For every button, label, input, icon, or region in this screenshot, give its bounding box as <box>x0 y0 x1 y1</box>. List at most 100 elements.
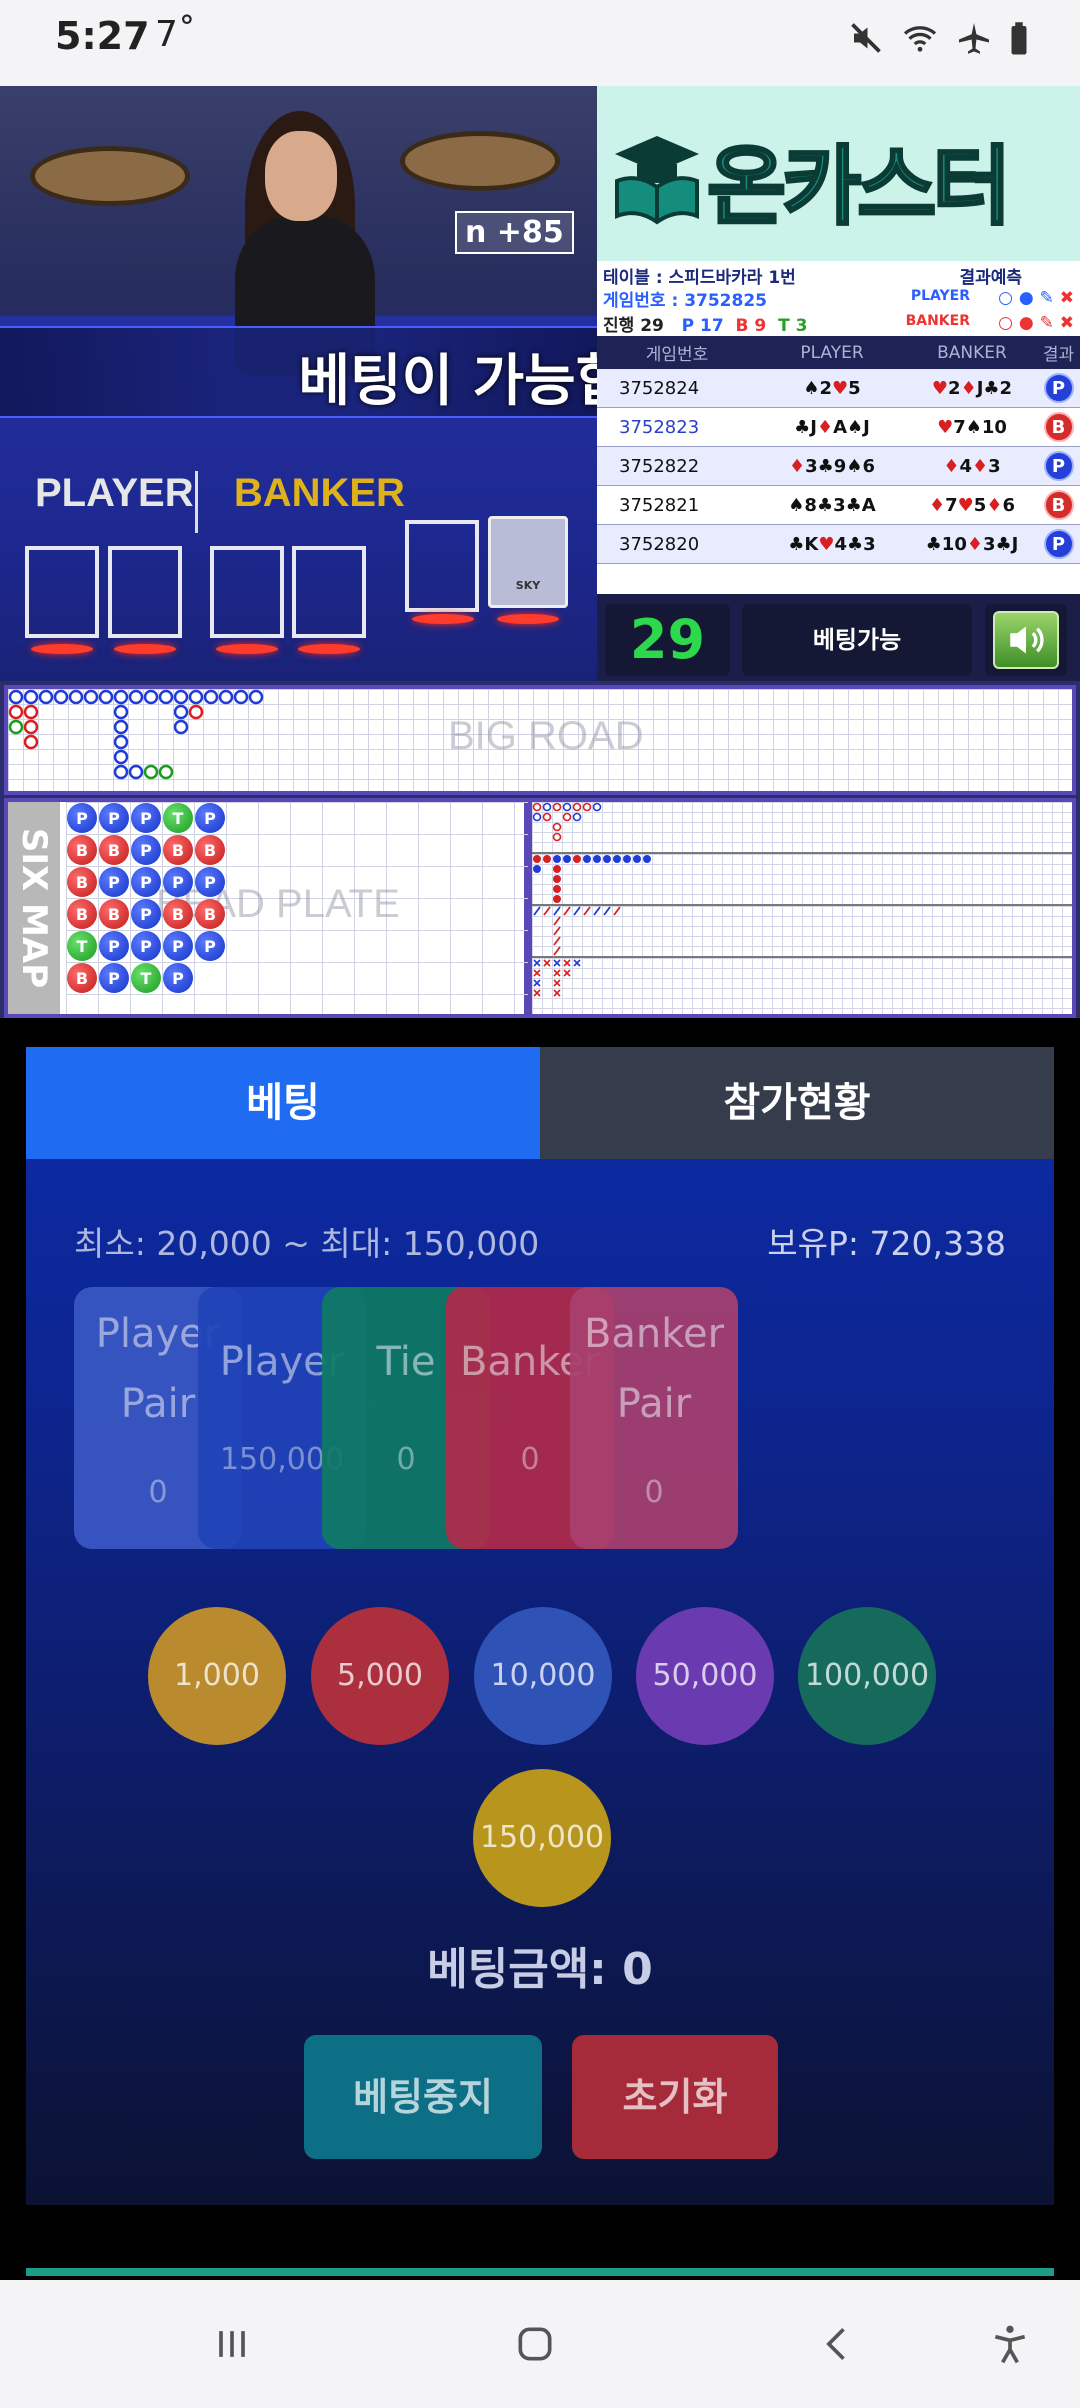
sound-toggle[interactable] <box>985 604 1067 676</box>
bead: T <box>67 931 97 961</box>
header-result: 결과 <box>1042 345 1075 365</box>
bead: B <box>67 963 97 993</box>
background-table <box>400 131 560 191</box>
tie-count: T 3 <box>778 316 808 336</box>
bead-plate-watermark: BEAD PLATE <box>156 882 400 926</box>
info-row-table: 테이블 : 스피드바카라 1번 결과예측 <box>597 261 1080 288</box>
status-icons <box>848 20 1030 56</box>
accessibility-button[interactable] <box>980 2314 1040 2374</box>
wifi-icon <box>903 26 937 52</box>
result-header: 게임번호 PLAYER BANKER 결과 <box>597 336 1080 369</box>
bead: T <box>131 963 161 993</box>
bead: B <box>195 899 225 929</box>
header-player: PLAYER <box>800 342 864 363</box>
bead: P <box>99 803 129 833</box>
dealer <box>235 111 375 376</box>
row-game-number: 3752823 <box>619 416 700 438</box>
bead: P <box>131 867 161 897</box>
row-player-cards: ♦3♣9♠6 <box>789 455 875 477</box>
label-divider <box>195 471 198 533</box>
cockroach-road <box>532 906 1072 958</box>
row-banker-cards: ♣10♦3♣J <box>925 533 1019 555</box>
banker-prediction-icons[interactable]: ○ ● ✎ ✖ <box>998 313 1074 333</box>
battery-icon <box>1011 22 1027 55</box>
six-map-title: SIX MAP <box>14 827 54 989</box>
bottom-accent-line <box>26 2268 1054 2276</box>
recent-apps-button[interactable] <box>202 2314 262 2374</box>
bead: P <box>163 963 193 993</box>
bead: T <box>163 803 193 833</box>
status-bar: 5:27 7˚ <box>0 0 1080 86</box>
bead: P <box>131 931 161 961</box>
chip-10000[interactable]: 10,000 <box>474 1607 612 1745</box>
prediction-label: 결과예측 <box>959 268 1022 288</box>
player-label: PLAYER <box>35 471 194 515</box>
bead: P <box>131 803 161 833</box>
status-time: 5:27 <box>55 14 150 58</box>
row-player-cards: ♣K♥4♣3 <box>788 533 876 555</box>
row-result: B <box>1037 412 1080 442</box>
bet-total: 베팅금액: 0 <box>427 1944 653 1995</box>
bead: P <box>131 899 161 929</box>
tab-participation[interactable]: 참가현황 <box>540 1047 1054 1159</box>
info-row-progress: 진행 29 P 17 B 9 T 3 BANKER ○ ● ✎ ✖ <box>597 311 1080 336</box>
player-card-slot <box>25 546 99 638</box>
row-banker-cards: ♦4♦3 <box>943 455 1001 477</box>
row-player-cards: ♠2♥5 <box>803 377 861 399</box>
row-player-cards: ♠8♣3♣A <box>788 494 876 516</box>
big-road: BIG ROAD <box>4 685 1076 795</box>
bead: B <box>67 899 97 929</box>
player-prediction-icons[interactable]: ○ ● ✎ ✖ <box>998 288 1074 308</box>
card-light <box>412 614 474 624</box>
cockroach-marks <box>533 906 621 956</box>
accessibility-icon <box>994 2325 1026 2364</box>
card-slot <box>405 520 479 612</box>
result-badge: P <box>1043 451 1074 481</box>
bead: B <box>67 867 97 897</box>
tab-betting[interactable]: 베팅 <box>26 1047 540 1159</box>
big-eye-road <box>532 802 1072 854</box>
header-banker: BANKER <box>937 342 1007 363</box>
chip-5000[interactable]: 5,000 <box>311 1607 449 1745</box>
card-light <box>31 644 93 654</box>
info-row-game: 게임번호 : 3752825 PLAYER ○ ● ✎ ✖ <box>597 286 1080 311</box>
row-game-number: 3752824 <box>619 377 700 399</box>
bet-option-amount: 0 <box>644 1475 664 1510</box>
home-icon <box>518 2327 552 2361</box>
table-name: 테이블 : 스피드바카라 1번 <box>603 268 796 288</box>
reset-button[interactable]: 초기화 <box>572 2035 778 2159</box>
bead: P <box>67 803 97 833</box>
chip-150000[interactable]: 150,000 <box>473 1769 611 1907</box>
game-area: n +85 PLAYER BANKER SKY 베팅이 가능합니다. 온카스터디 <box>0 86 1080 1018</box>
banker-card-slot <box>210 546 284 638</box>
chip-100000[interactable]: 100,000 <box>798 1607 936 1745</box>
home-button[interactable] <box>505 2314 565 2374</box>
banker-label: BANKER <box>233 471 405 515</box>
back-icon <box>826 2328 845 2360</box>
countdown: 29 <box>605 604 730 676</box>
bead: P <box>195 867 225 897</box>
bead: P <box>99 931 129 961</box>
tie-road-marks <box>533 959 581 997</box>
bead-plate: BEAD PLATE PBBBTBPBPBPPPPPPPTTBPBPPPBPBP <box>66 802 528 1014</box>
book-cap-icon <box>615 136 699 225</box>
control-row: 29 베팅가능 <box>597 594 1080 681</box>
back-button[interactable] <box>808 2314 868 2374</box>
row-banker-cards: ♦7♥5♦6 <box>928 494 1015 516</box>
card-shoe: SKY <box>488 516 568 608</box>
bet-option-banker-pair[interactable]: Banker Pair 0 <box>570 1287 738 1549</box>
row-player-cards: ♣J♦A♠J <box>794 416 870 438</box>
stop-betting-button[interactable]: 베팅중지 <box>304 2035 542 2159</box>
player-count: P 17 <box>681 316 724 336</box>
chip-50000[interactable]: 50,000 <box>636 1607 774 1745</box>
speaker-icon <box>1010 626 1044 654</box>
progress-count: 진행 29 <box>603 316 664 336</box>
row-banker-cards: ♥2♦J♣2 <box>931 377 1013 399</box>
header-game: 게임번호 <box>645 345 709 365</box>
sound-button[interactable] <box>993 611 1059 669</box>
row-game-number: 3752820 <box>619 533 700 555</box>
banker-count: B 9 <box>735 316 767 336</box>
chip-1000[interactable]: 1,000 <box>148 1607 286 1745</box>
result-row: 3752821 ♠8♣3♣A ♦7♥5♦6 B <box>597 486 1080 525</box>
row-result: P <box>1037 451 1080 481</box>
